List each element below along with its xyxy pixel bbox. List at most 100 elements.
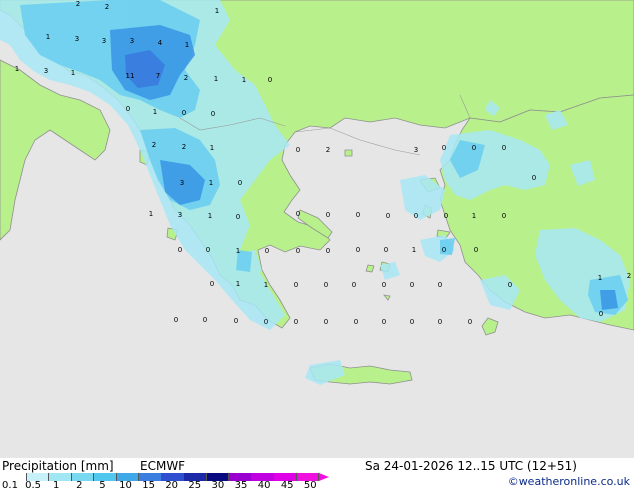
precip-value-label: 0: [210, 280, 214, 288]
precip-value-label: 0: [382, 318, 386, 326]
precip-value-label: 2: [105, 3, 109, 11]
precip-value-label: 3: [75, 35, 79, 43]
precip-value-label: 1: [412, 246, 416, 254]
precip-value-label: 0: [354, 318, 358, 326]
precip-value-label: 0: [384, 246, 388, 254]
precip-value-label: 0: [264, 318, 268, 326]
precip-value-label: 1: [46, 33, 50, 41]
precip-value-label: 0: [410, 281, 414, 289]
precip-value-label: 0: [296, 210, 300, 218]
precip-value-label: 2: [182, 143, 186, 151]
datetime-label: Sa 24-01-2026 12..15 UTC (12+51): [365, 459, 577, 473]
precip-value-label: 0: [126, 105, 130, 113]
precip-value-label: 1: [149, 210, 153, 218]
precipitation-map: 2 2 1 1 3 3 3 4 1 1 3 11 7 2 1 1 0 1 0 1 0 0 2 2 1 0 2 3 1 0 1 3 1 0 0 0 0 0 0…: [0, 0, 634, 458]
precip-value-label: 1: [15, 65, 19, 73]
precip-value-label: 3: [414, 146, 418, 154]
legend-tick-label: 10: [119, 480, 132, 491]
precip-value-label: 3: [178, 211, 182, 219]
precip-value-label: 0: [438, 281, 442, 289]
precip-value-label: 2: [184, 74, 188, 82]
precip-value-label: 0: [442, 144, 446, 152]
precip-value-label: 0: [326, 247, 330, 255]
credit-link[interactable]: ©weatheronline.co.uk: [508, 475, 630, 488]
precip-value-label: 1: [215, 7, 219, 15]
precip-value-label: 0: [211, 110, 215, 118]
precip-value-label: 0: [265, 247, 269, 255]
precip-value-label: 1: [242, 76, 246, 84]
precip-value-label: 0: [203, 316, 207, 324]
precip-value-label: 0: [474, 246, 478, 254]
model-name: ECMWF: [140, 459, 186, 473]
precip-value-label: 0: [468, 318, 472, 326]
precip-value-label: 1: [236, 280, 240, 288]
precip-value-label: 1: [214, 75, 218, 83]
legend-tick-label: 0.5: [25, 480, 42, 491]
legend-tick-label: 25: [188, 480, 202, 491]
precip-value-label: 11: [126, 72, 135, 80]
precip-value-label: 1: [71, 69, 75, 77]
precip-value-label: 0: [352, 281, 356, 289]
precip-value-label: 0: [324, 281, 328, 289]
legend-tick-label: 1: [53, 480, 60, 491]
precip-value-label: 1: [264, 281, 268, 289]
precip-value-label: 1: [185, 41, 189, 49]
precip-value-label: 0: [382, 281, 386, 289]
precip-value-label: 0: [238, 179, 242, 187]
precip-value-label: 2: [627, 272, 631, 280]
legend-tick-label: 35: [234, 480, 248, 491]
precip-value-label: 0: [324, 318, 328, 326]
precip-value-label: 0: [386, 212, 390, 220]
precip-value-label: 0: [502, 212, 506, 220]
precip-value-label: 0: [356, 211, 360, 219]
precip-value-label: 0: [296, 146, 300, 154]
precip-value-label: 0: [410, 318, 414, 326]
precip-value-label: 1: [153, 108, 157, 116]
precip-value-label: 0: [532, 174, 536, 182]
precip-value-label: 0: [438, 318, 442, 326]
precip-value-label: 0: [356, 246, 360, 254]
legend-tick-label: 40: [257, 480, 271, 491]
precip-value-label: 1: [210, 144, 214, 152]
precip-value-label: 3: [102, 37, 106, 45]
precip-value-label: 0: [294, 318, 298, 326]
precip-value-label: 3: [130, 37, 134, 45]
legend-tick-label: 45: [280, 480, 294, 491]
legend-tick-label: 0.1: [2, 480, 18, 491]
precip-value-label: 0: [178, 246, 182, 254]
legend-arrow: [319, 473, 329, 481]
legend-tick-label: 5: [99, 480, 106, 491]
precip-value-label: 1: [472, 212, 476, 220]
footer: Precipitation [mm] ECMWF Sa 24-01-2026 1…: [0, 458, 634, 491]
precip-value-label: 2: [152, 141, 156, 149]
precip-value-label: 3: [44, 67, 48, 75]
precip-value-label: 0: [268, 76, 272, 84]
precip-value-label: 0: [442, 246, 446, 254]
precip-value-label: 1: [236, 247, 240, 255]
precip-value-label: 0: [296, 247, 300, 255]
legend-tick-label: 15: [142, 480, 155, 491]
thasos-land: [344, 149, 353, 157]
precip-value-label: 0: [236, 213, 240, 221]
precip-value-label: 0: [206, 246, 210, 254]
chart-title: Precipitation [mm]: [2, 459, 114, 473]
precip-value-label: 1: [209, 179, 213, 187]
precip-value-label: 0: [234, 317, 238, 325]
precip-value-label: 0: [472, 144, 476, 152]
precip-value-label: 1: [598, 274, 602, 282]
precip-value-label: 0: [174, 316, 178, 324]
precip-value-label: 7: [156, 72, 160, 80]
precip-value-label: 0: [508, 281, 512, 289]
precip-value-label: 1: [208, 212, 212, 220]
precip-value-label: 2: [326, 146, 330, 154]
precip-value-label: 0: [326, 211, 330, 219]
legend-colorbar: [4, 473, 329, 481]
precip-value-label: 2: [76, 0, 80, 8]
precip-value-label: 0: [414, 212, 418, 220]
legend-swatch: [71, 473, 94, 481]
precip-value-label: 3: [180, 179, 184, 187]
legend-tick-label: 50: [303, 480, 317, 491]
precip-value-label: 0: [502, 144, 506, 152]
legend-tick-label: 2: [76, 480, 83, 491]
precip-value-label: 0: [444, 212, 448, 220]
